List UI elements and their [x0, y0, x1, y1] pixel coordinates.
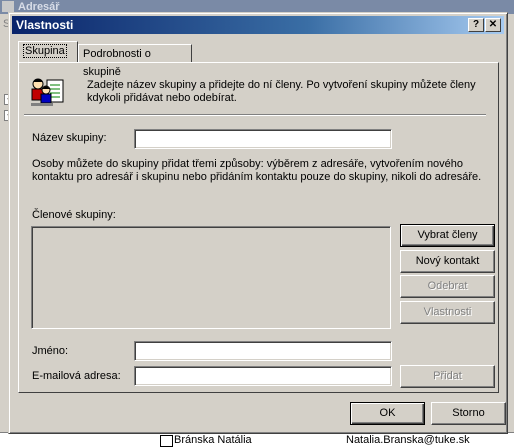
contact-card-icon: [160, 435, 173, 447]
cancel-button[interactable]: Storno: [431, 402, 506, 425]
properties-dialog: Vlastnosti ? ✕ Skupina Podrobnosti o sku…: [8, 12, 508, 434]
dialog-titlebar[interactable]: Vlastnosti ? ✕: [12, 16, 504, 34]
ok-label: OK: [379, 407, 396, 419]
help-button[interactable]: ?: [468, 18, 484, 32]
background-contact-row[interactable]: Bránska Natália Natalia.Branska@tuke.sk: [0, 432, 514, 448]
contact-email: Natalia.Branska@tuke.sk: [346, 434, 470, 446]
contact-name: Bránska Natália: [174, 434, 252, 446]
close-button[interactable]: ✕: [485, 18, 501, 32]
dialog-title: Vlastnosti: [16, 18, 74, 32]
cancel-label: Storno: [452, 407, 485, 419]
ok-button[interactable]: OK: [350, 402, 425, 425]
app-icon: [2, 1, 14, 12]
tab-skupina-label: Skupina: [23, 44, 67, 58]
tab-skupina[interactable]: Skupina: [18, 41, 78, 62]
tab-podrobnosti[interactable]: Podrobnosti o skupině: [78, 44, 192, 78]
tab-panel: [18, 62, 499, 393]
background-right-edge: [508, 14, 514, 447]
